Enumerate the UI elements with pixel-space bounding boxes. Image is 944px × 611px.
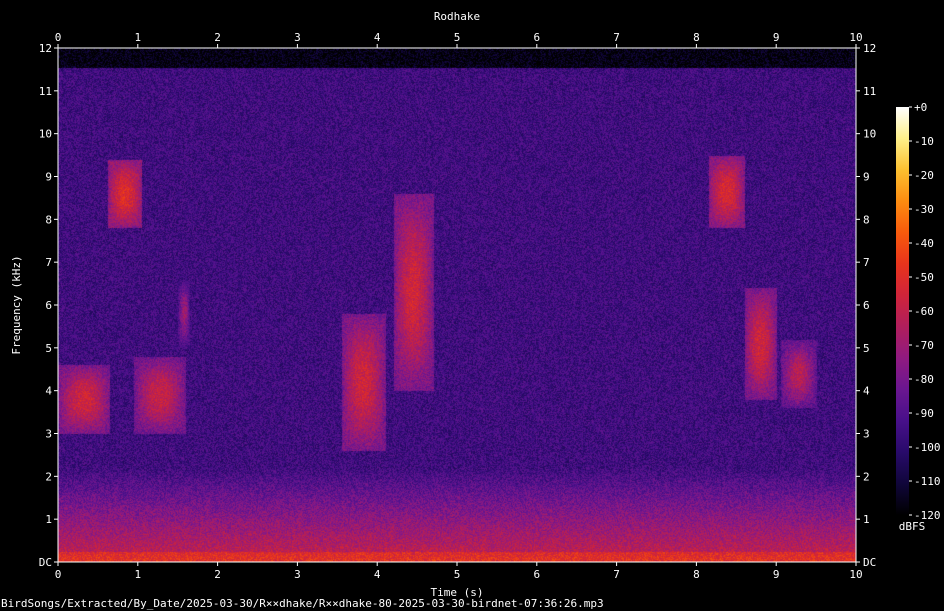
y-tick-label-right: 10: [863, 128, 876, 141]
y-tick-label: 2: [45, 470, 52, 483]
y-tick-label-right: 7: [863, 256, 870, 269]
x-tick-label-top: 2: [214, 31, 221, 44]
colorbar-tick-label: -50: [914, 271, 934, 284]
colorbar-tick-label: +0: [914, 101, 927, 114]
x-tick-label: 9: [773, 568, 780, 581]
x-tick-label-top: 1: [134, 31, 141, 44]
y-tick-label-right: 6: [863, 299, 870, 312]
colorbar-tick-label: -10: [914, 135, 934, 148]
x-tick-label: 2: [214, 568, 221, 581]
spectrogram-figure: Rodhake 0 1 2 3 4 5 6 7 8 9 10 0 1 2 3 4 5 6 7 8 9 10 DC1234…: [1, 10, 941, 610]
y-tick-label: 12: [39, 42, 52, 55]
colorbar-ticks: +0-10-20-30-40-50-60-70-80-90-100-110-12…: [909, 101, 941, 522]
y-axis-label: Frequency (kHz): [10, 255, 23, 354]
x-tick-label: 1: [134, 568, 141, 581]
y-tick-label: 1: [45, 513, 52, 526]
colorbar: [896, 107, 909, 515]
y-tick-label: 10: [39, 128, 52, 141]
y-tick-label: 6: [45, 299, 52, 312]
y-tick-label-right: 4: [863, 385, 870, 398]
y-tick-label-right: 8: [863, 213, 870, 226]
y-tick-label-right: 5: [863, 342, 870, 355]
colorbar-unit: dBFS: [899, 520, 926, 533]
y-tick-label-right: 12: [863, 42, 876, 55]
y-tick-label: 7: [45, 256, 52, 269]
y-axis-right: DC123456789101112: [856, 42, 876, 569]
y-tick-label-right: 9: [863, 171, 870, 184]
x-tick-label: 3: [294, 568, 301, 581]
x-tick-label: 8: [693, 568, 700, 581]
x-tick-label-top: 0: [55, 31, 62, 44]
colorbar-tick-label: -60: [914, 305, 934, 318]
y-tick-label: 4: [45, 385, 52, 398]
x-tick-label: 10: [849, 568, 862, 581]
y-tick-label-right: 11: [863, 85, 876, 98]
y-tick-label: 8: [45, 213, 52, 226]
colorbar-tick-label: -80: [914, 373, 934, 386]
x-tick-label: 6: [533, 568, 540, 581]
x-tick-label: 4: [374, 568, 381, 581]
y-tick-label-right: 2: [863, 470, 870, 483]
colorbar-tick-label: -110: [914, 475, 941, 488]
x-tick-label-top: 10: [849, 31, 862, 44]
colorbar-tick-label: -90: [914, 407, 934, 420]
x-axis-top: 0 1 2 3 4 5 6 7 8 9 10: [55, 31, 863, 48]
x-tick-label: 5: [454, 568, 461, 581]
colorbar-tick-label: -70: [914, 339, 934, 352]
y-tick-label-right: 3: [863, 428, 870, 441]
y-tick-label: 11: [39, 85, 52, 98]
y-tick-label-right: DC: [863, 556, 876, 569]
y-tick-label-right: 1: [863, 513, 870, 526]
y-tick-label: 3: [45, 428, 52, 441]
y-tick-label: 5: [45, 342, 52, 355]
y-tick-label: 9: [45, 171, 52, 184]
file-path: BirdSongs/Extracted/By_Date/2025-03-30/R…: [1, 597, 604, 610]
x-tick-label: 7: [613, 568, 620, 581]
x-tick-label-top: 6: [533, 31, 540, 44]
colorbar-tick-label: -40: [914, 237, 934, 250]
chart-title: Rodhake: [434, 10, 480, 23]
x-tick-label-top: 5: [454, 31, 461, 44]
x-tick-label-top: 3: [294, 31, 301, 44]
x-axis-bottom: 0 1 2 3 4 5 6 7 8 9 10: [55, 562, 863, 581]
x-tick-label-top: 8: [693, 31, 700, 44]
x-tick-label: 0: [55, 568, 62, 581]
y-axis-left: DC123456789101112: [39, 42, 58, 569]
y-tick-label: DC: [39, 556, 52, 569]
spectrogram-plot-area: [58, 48, 856, 562]
x-tick-label-top: 9: [773, 31, 780, 44]
x-tick-label-top: 7: [613, 31, 620, 44]
colorbar-tick-label: -100: [914, 441, 941, 454]
x-tick-label-top: 4: [374, 31, 381, 44]
colorbar-tick-label: -30: [914, 203, 934, 216]
colorbar-tick-label: -20: [914, 169, 934, 182]
